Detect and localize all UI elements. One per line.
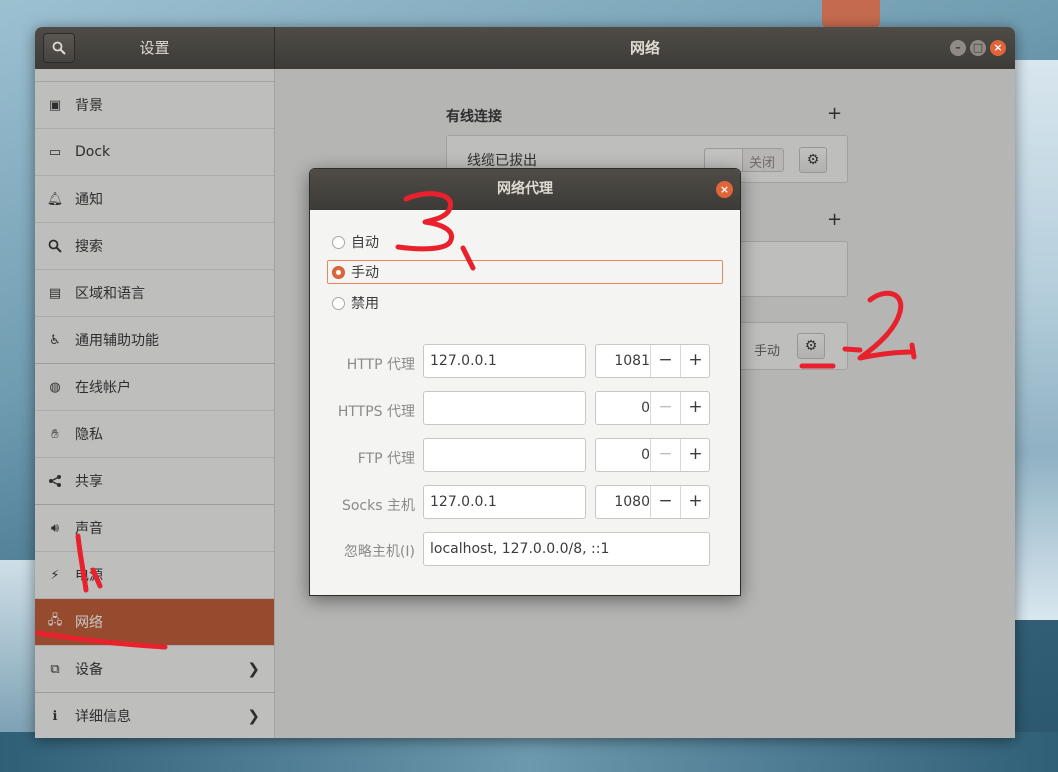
increment-button[interactable]: +	[680, 439, 710, 471]
radio-indicator	[332, 235, 345, 249]
focus-ring	[327, 260, 723, 284]
wallpaper-tower	[822, 0, 880, 28]
maximize-button[interactable]: □	[970, 40, 986, 56]
decrement-button[interactable]: −	[650, 345, 680, 377]
radio-label: 手动	[351, 265, 379, 281]
ftp-port-spinner[interactable]: 0 − +	[595, 438, 710, 472]
dialog-close-button[interactable]: ×	[716, 181, 733, 198]
http-proxy-label: HTTP 代理	[346, 357, 415, 373]
radio-disabled[interactable]: 禁用	[332, 291, 379, 315]
window-titlebar: 设置 网络 – □ ×	[35, 27, 1015, 69]
close-icon: ×	[993, 41, 1003, 54]
increment-button[interactable]: +	[680, 486, 710, 518]
page-title: 网络	[629, 39, 660, 57]
ignore-hosts-input[interactable]: localhost, 127.0.0.0/8, ::1	[423, 532, 710, 566]
https-proxy-label: HTTPS 代理	[337, 404, 415, 420]
decrement-button[interactable]: −	[650, 486, 680, 518]
increment-button[interactable]: +	[680, 345, 710, 377]
port-value: 0	[641, 400, 650, 416]
maximize-icon: □	[972, 41, 984, 54]
radio-label: 禁用	[351, 296, 379, 312]
port-value: 1080	[614, 494, 650, 510]
radio-label: 自动	[351, 235, 379, 251]
decrement-button[interactable]: −	[650, 392, 680, 424]
close-button[interactable]: ×	[990, 40, 1006, 56]
ftp-proxy-label: FTP 代理	[357, 451, 415, 467]
wallpaper-bridge	[0, 560, 36, 740]
port-value: 0	[641, 447, 650, 463]
http-port-spinner[interactable]: 1081 − +	[595, 344, 710, 378]
minimize-button[interactable]: –	[950, 40, 966, 56]
dialog-title: 网络代理	[497, 181, 553, 197]
https-port-spinner[interactable]: 0 − +	[595, 391, 710, 425]
ftp-host-input[interactable]	[423, 438, 586, 472]
socks-port-spinner[interactable]: 1080 − +	[595, 485, 710, 519]
socks-host-input[interactable]: 127.0.0.1	[423, 485, 586, 519]
minimize-icon: –	[955, 41, 961, 54]
https-host-input[interactable]	[423, 391, 586, 425]
decrement-button[interactable]: −	[650, 439, 680, 471]
radio-indicator	[332, 296, 345, 310]
radio-manual[interactable]: 手动	[332, 260, 379, 284]
radio-indicator-selected	[332, 265, 345, 279]
port-value: 1081	[614, 353, 650, 369]
socks-host-label: Socks 主机	[341, 498, 415, 514]
ignore-hosts-label: 忽略主机(I)	[343, 544, 415, 560]
proxy-dialog: 网络代理 × 自动 手动 禁用 HTTP 代理 127.0.0.1 1081 −…	[309, 168, 741, 596]
http-host-input[interactable]: 127.0.0.1	[423, 344, 586, 378]
dialog-titlebar: 网络代理 ×	[310, 169, 740, 210]
increment-button[interactable]: +	[680, 392, 710, 424]
radio-automatic[interactable]: 自动	[332, 230, 379, 254]
settings-title: 设置	[139, 39, 170, 57]
wallpaper-water	[0, 732, 1058, 772]
close-icon: ×	[719, 183, 730, 196]
